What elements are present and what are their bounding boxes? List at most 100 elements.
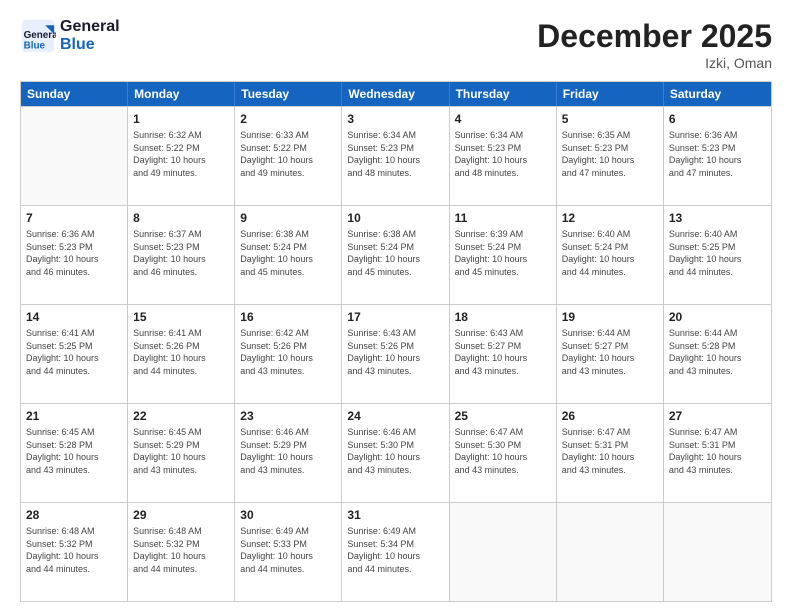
day-number: 8 bbox=[133, 210, 229, 226]
cal-cell: 23Sunrise: 6:46 AM Sunset: 5:29 PM Dayli… bbox=[235, 404, 342, 502]
cell-info: Sunrise: 6:43 AM Sunset: 5:26 PM Dayligh… bbox=[347, 327, 443, 377]
cal-week-3: 14Sunrise: 6:41 AM Sunset: 5:25 PM Dayli… bbox=[21, 304, 771, 403]
cell-info: Sunrise: 6:40 AM Sunset: 5:25 PM Dayligh… bbox=[669, 228, 766, 278]
cell-info: Sunrise: 6:49 AM Sunset: 5:33 PM Dayligh… bbox=[240, 525, 336, 575]
logo: General Blue General Blue bbox=[20, 18, 120, 54]
svg-text:General: General bbox=[24, 30, 56, 41]
day-number: 14 bbox=[26, 309, 122, 325]
cell-info: Sunrise: 6:42 AM Sunset: 5:26 PM Dayligh… bbox=[240, 327, 336, 377]
svg-text:Blue: Blue bbox=[24, 41, 46, 52]
cal-cell: 15 Sunrise: 6:41 AM Sunset: 5:26 PM Dayli… bbox=[128, 305, 235, 403]
day-number: 9 bbox=[240, 210, 336, 226]
cal-cell: 19 Sunrise: 6:44 AM Sunset: 5:27 PM Dayli… bbox=[557, 305, 664, 403]
cal-cell: 13 Sunrise: 6:40 AM Sunset: 5:25 PM Dayli… bbox=[664, 206, 771, 304]
day-number: 15 bbox=[133, 309, 229, 325]
day-number: 19 bbox=[562, 309, 658, 325]
header: General Blue General Blue December 2025 … bbox=[20, 18, 772, 71]
day-number: 25 bbox=[455, 408, 551, 424]
cal-week-5: 28 Sunrise: 6:48 AM Sunset: 5:32 PM Dayli… bbox=[21, 502, 771, 601]
day-number: 27 bbox=[669, 408, 766, 424]
cal-cell bbox=[21, 107, 128, 205]
cell-info: Sunrise: 6:39 AM Sunset: 5:24 PM Dayligh… bbox=[455, 228, 551, 278]
cal-cell: 24 Sunrise: 6:46 AM Sunset: 5:30 PM Dayli… bbox=[342, 404, 449, 502]
title-block: December 2025 Izki, Oman bbox=[537, 18, 772, 71]
cell-info: Sunrise: 6:36 AM Sunset: 5:23 PM Dayligh… bbox=[669, 129, 766, 179]
cell-info: Sunrise: 6:48 AM Sunset: 5:32 PM Dayligh… bbox=[133, 525, 229, 575]
day-number: 17 bbox=[347, 309, 443, 325]
cell-info: Sunrise: 6:46 AM Sunset: 5:30 PM Dayligh… bbox=[347, 426, 443, 476]
header-day-friday: Friday bbox=[557, 82, 664, 106]
cal-cell: 21Sunrise: 6:45 AM Sunset: 5:28 PM Dayli… bbox=[21, 404, 128, 502]
cal-cell: 28 Sunrise: 6:48 AM Sunset: 5:32 PM Dayli… bbox=[21, 503, 128, 601]
logo-line1: General bbox=[60, 18, 120, 36]
cal-cell bbox=[450, 503, 557, 601]
day-number: 24 bbox=[347, 408, 443, 424]
cal-cell: 10Sunrise: 6:38 AM Sunset: 5:24 PM Dayli… bbox=[342, 206, 449, 304]
cal-cell: 18Sunrise: 6:43 AM Sunset: 5:27 PM Dayli… bbox=[450, 305, 557, 403]
cal-cell: 25 Sunrise: 6:47 AM Sunset: 5:30 PM Dayli… bbox=[450, 404, 557, 502]
day-number: 30 bbox=[240, 507, 336, 523]
cal-cell: 11 Sunrise: 6:39 AM Sunset: 5:24 PM Dayli… bbox=[450, 206, 557, 304]
cal-cell: 6 Sunrise: 6:36 AM Sunset: 5:23 PM Daylig… bbox=[664, 107, 771, 205]
cal-cell: 16Sunrise: 6:42 AM Sunset: 5:26 PM Dayli… bbox=[235, 305, 342, 403]
cal-cell: 27 Sunrise: 6:47 AM Sunset: 5:31 PM Dayli… bbox=[664, 404, 771, 502]
cal-cell bbox=[557, 503, 664, 601]
cal-week-2: 7Sunrise: 6:36 AM Sunset: 5:23 PM Daylig… bbox=[21, 205, 771, 304]
day-number: 5 bbox=[562, 111, 658, 127]
calendar-body: 1 Sunrise: 6:32 AM Sunset: 5:22 PM Daylig… bbox=[21, 106, 771, 601]
cell-info: Sunrise: 6:47 AM Sunset: 5:31 PM Dayligh… bbox=[669, 426, 766, 476]
page: General Blue General Blue December 2025 … bbox=[0, 0, 792, 612]
header-day-monday: Monday bbox=[128, 82, 235, 106]
day-number: 3 bbox=[347, 111, 443, 127]
cal-cell: 31Sunrise: 6:49 AM Sunset: 5:34 PM Dayli… bbox=[342, 503, 449, 601]
cell-info: Sunrise: 6:34 AM Sunset: 5:23 PM Dayligh… bbox=[455, 129, 551, 179]
cell-info: Sunrise: 6:34 AM Sunset: 5:23 PM Dayligh… bbox=[347, 129, 443, 179]
calendar: SundayMondayTuesdayWednesdayThursdayFrid… bbox=[20, 81, 772, 602]
cell-info: Sunrise: 6:40 AM Sunset: 5:24 PM Dayligh… bbox=[562, 228, 658, 278]
day-number: 1 bbox=[133, 111, 229, 127]
day-number: 12 bbox=[562, 210, 658, 226]
month-title: December 2025 bbox=[537, 18, 772, 55]
day-number: 21 bbox=[26, 408, 122, 424]
cal-cell: 1 Sunrise: 6:32 AM Sunset: 5:22 PM Daylig… bbox=[128, 107, 235, 205]
day-number: 13 bbox=[669, 210, 766, 226]
cal-cell: 22 Sunrise: 6:45 AM Sunset: 5:29 PM Dayli… bbox=[128, 404, 235, 502]
cal-cell: 3 Sunrise: 6:34 AM Sunset: 5:23 PM Daylig… bbox=[342, 107, 449, 205]
day-number: 7 bbox=[26, 210, 122, 226]
location: Izki, Oman bbox=[537, 55, 772, 71]
cell-info: Sunrise: 6:49 AM Sunset: 5:34 PM Dayligh… bbox=[347, 525, 443, 575]
logo-line2: Blue bbox=[60, 36, 120, 54]
calendar-header: SundayMondayTuesdayWednesdayThursdayFrid… bbox=[21, 82, 771, 106]
cal-cell: 9 Sunrise: 6:38 AM Sunset: 5:24 PM Daylig… bbox=[235, 206, 342, 304]
cal-cell: 12 Sunrise: 6:40 AM Sunset: 5:24 PM Dayli… bbox=[557, 206, 664, 304]
cell-info: Sunrise: 6:32 AM Sunset: 5:22 PM Dayligh… bbox=[133, 129, 229, 179]
cal-cell: 5 Sunrise: 6:35 AM Sunset: 5:23 PM Daylig… bbox=[557, 107, 664, 205]
cell-info: Sunrise: 6:47 AM Sunset: 5:30 PM Dayligh… bbox=[455, 426, 551, 476]
cell-info: Sunrise: 6:45 AM Sunset: 5:29 PM Dayligh… bbox=[133, 426, 229, 476]
cal-cell: 8 Sunrise: 6:37 AM Sunset: 5:23 PM Daylig… bbox=[128, 206, 235, 304]
cell-info: Sunrise: 6:38 AM Sunset: 5:24 PM Dayligh… bbox=[240, 228, 336, 278]
header-day-saturday: Saturday bbox=[664, 82, 771, 106]
day-number: 26 bbox=[562, 408, 658, 424]
day-number: 2 bbox=[240, 111, 336, 127]
cal-cell: 30 Sunrise: 6:49 AM Sunset: 5:33 PM Dayli… bbox=[235, 503, 342, 601]
cal-cell: 14Sunrise: 6:41 AM Sunset: 5:25 PM Dayli… bbox=[21, 305, 128, 403]
cell-info: Sunrise: 6:37 AM Sunset: 5:23 PM Dayligh… bbox=[133, 228, 229, 278]
cell-info: Sunrise: 6:46 AM Sunset: 5:29 PM Dayligh… bbox=[240, 426, 336, 476]
logo-icon: General Blue bbox=[20, 18, 56, 54]
cal-cell: 29Sunrise: 6:48 AM Sunset: 5:32 PM Dayli… bbox=[128, 503, 235, 601]
day-number: 6 bbox=[669, 111, 766, 127]
day-number: 28 bbox=[26, 507, 122, 523]
cal-cell: 4Sunrise: 6:34 AM Sunset: 5:23 PM Daylig… bbox=[450, 107, 557, 205]
cell-info: Sunrise: 6:35 AM Sunset: 5:23 PM Dayligh… bbox=[562, 129, 658, 179]
cell-info: Sunrise: 6:38 AM Sunset: 5:24 PM Dayligh… bbox=[347, 228, 443, 278]
header-day-tuesday: Tuesday bbox=[235, 82, 342, 106]
day-number: 22 bbox=[133, 408, 229, 424]
cal-week-4: 21Sunrise: 6:45 AM Sunset: 5:28 PM Dayli… bbox=[21, 403, 771, 502]
cell-info: Sunrise: 6:41 AM Sunset: 5:26 PM Dayligh… bbox=[133, 327, 229, 377]
cell-info: Sunrise: 6:48 AM Sunset: 5:32 PM Dayligh… bbox=[26, 525, 122, 575]
cell-info: Sunrise: 6:44 AM Sunset: 5:27 PM Dayligh… bbox=[562, 327, 658, 377]
cell-info: Sunrise: 6:33 AM Sunset: 5:22 PM Dayligh… bbox=[240, 129, 336, 179]
cal-cell bbox=[664, 503, 771, 601]
day-number: 11 bbox=[455, 210, 551, 226]
